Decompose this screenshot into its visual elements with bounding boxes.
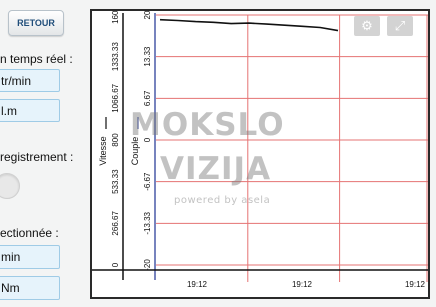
torque-axis-label: Couple (130, 137, 140, 166)
realtime-speed-field: tr/min (0, 69, 60, 92)
torque-tick-label: 20 (143, 11, 152, 19)
recording-toggle[interactable] (0, 173, 20, 199)
gear-icon: ⚙ (361, 18, 373, 33)
selection-speed-field[interactable]: min (0, 245, 60, 269)
speed-tick-label: 800 (111, 133, 120, 147)
time-tick-label: 19:12 (405, 280, 426, 289)
speed-tick-label: 1066.67 (111, 83, 120, 112)
selection-heading: ectionnée : (0, 226, 59, 240)
speed-tick-label: 1600 (111, 11, 120, 24)
speed-tick-label: 0 (111, 262, 120, 267)
time-tick-label: 19:12 (187, 280, 208, 289)
torque-tick-label: -20 (143, 259, 152, 271)
chart-expand-button[interactable]: ⤢ (387, 16, 413, 36)
chart-panel: 1600 1333.33 1066.67 800 533.33 266.67 0 Vitess… (90, 9, 430, 299)
speed-tick-label: 533.33 (111, 169, 120, 194)
back-button[interactable]: RETOUR (8, 10, 64, 36)
torque-tick-label: 6.67 (143, 90, 152, 106)
speed-axis-label: Vitesse (98, 136, 108, 165)
speed-series-line (159, 18, 339, 32)
speed-tick-label: 1333.33 (111, 42, 120, 71)
torque-tick-label: -13.33 (143, 211, 152, 234)
torque-tick-label: -6.67 (143, 172, 152, 191)
realtime-heading: n temps réel : (0, 52, 73, 66)
speed-tick-label: 266.67 (111, 211, 120, 236)
torque-tick-label: 0 (143, 137, 152, 142)
chart-settings-button[interactable]: ⚙ (354, 16, 380, 36)
selection-torque-field[interactable]: Nm (0, 276, 60, 300)
recording-heading: registrement : (0, 150, 74, 164)
expand-icon: ⤢ (394, 18, 406, 33)
realtime-torque-field: l.m (0, 99, 60, 122)
torque-tick-label: 13.33 (143, 46, 152, 67)
chart-svg: 1600 1333.33 1066.67 800 533.33 266.67 0 Vitess… (92, 11, 428, 289)
time-tick-label: 19:12 (292, 280, 313, 289)
